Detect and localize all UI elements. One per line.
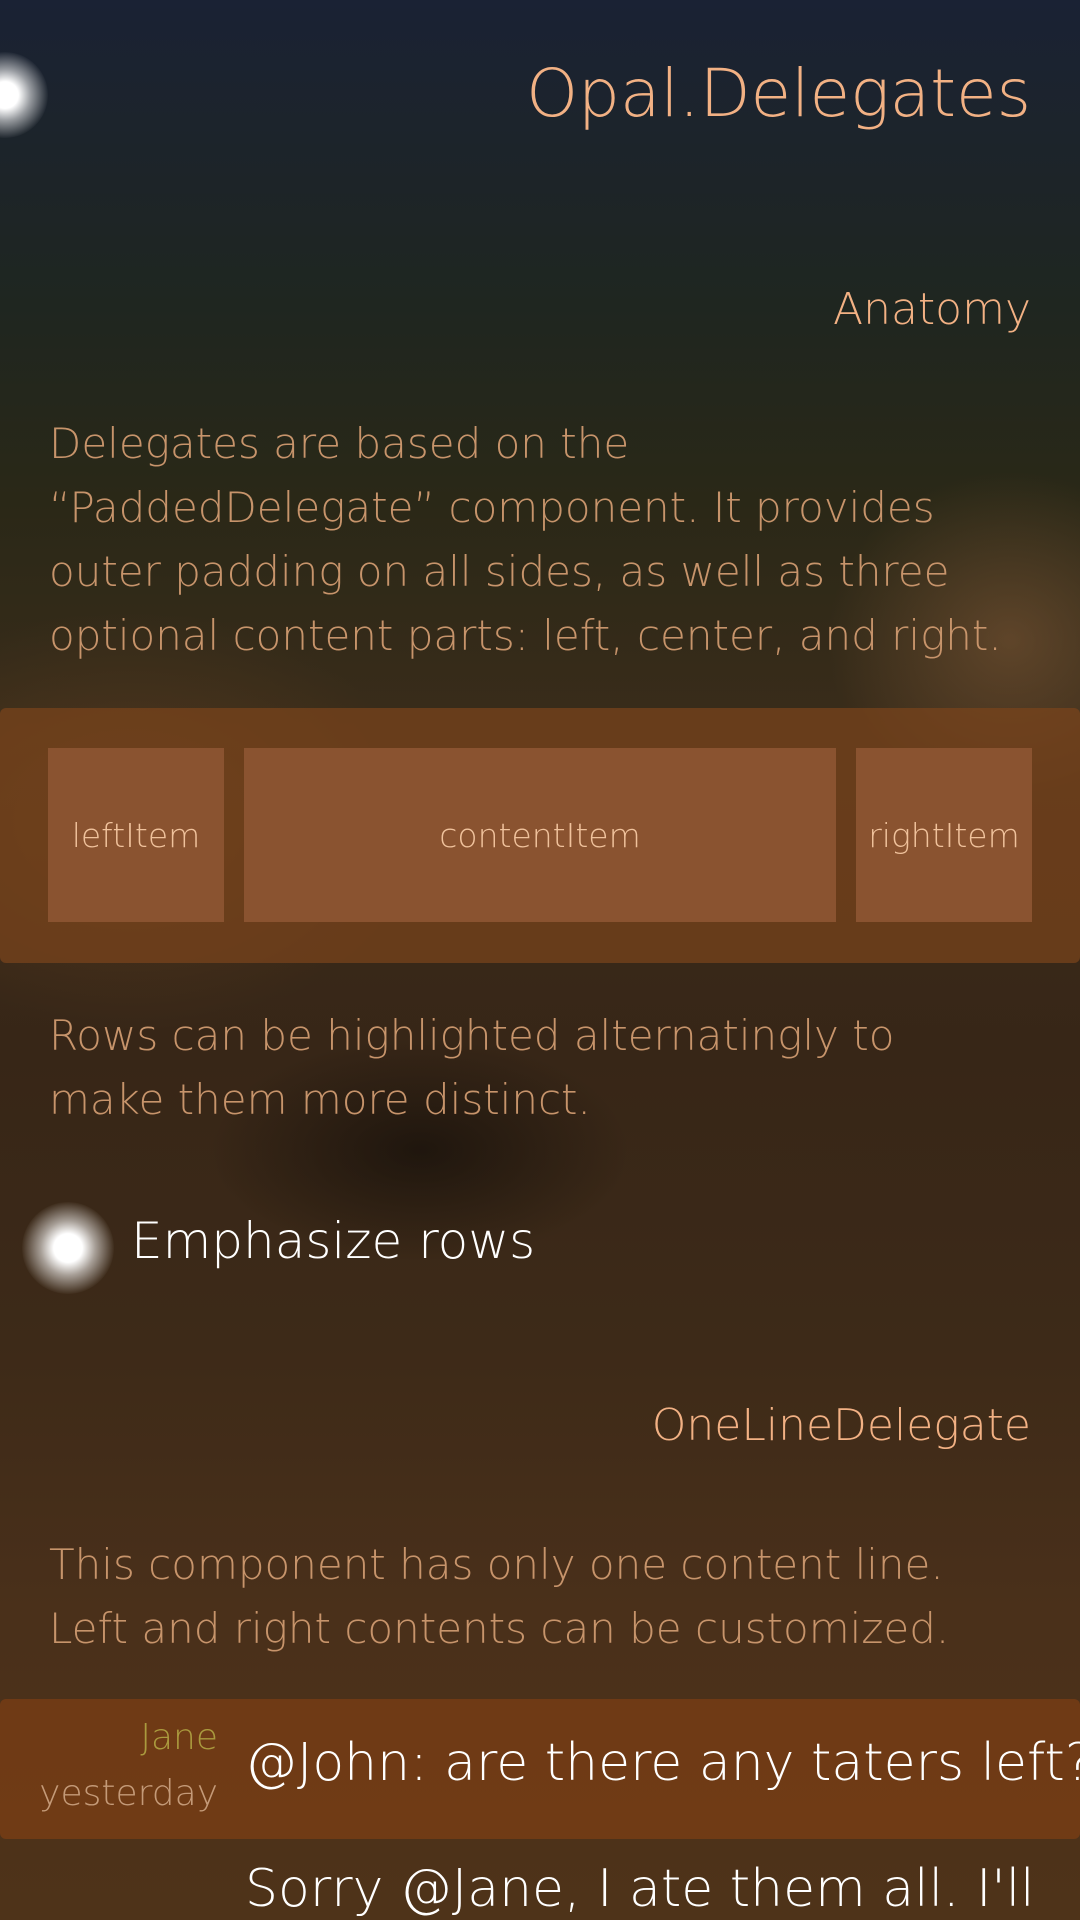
page-title: Opal.Delegates bbox=[526, 55, 1031, 132]
anatomy-description: Delegates are based on the “PaddedDelega… bbox=[49, 419, 1002, 660]
content-item-box: contentItem bbox=[244, 748, 836, 922]
list-item[interactable]: Sorry @Jane, I ate them all. I'll bbox=[0, 1839, 1080, 1920]
emphasize-rows-switch[interactable]: Emphasize rows bbox=[0, 1190, 1080, 1300]
message-text: Sorry @Jane, I ate them all. I'll bbox=[245, 1859, 1035, 1919]
pulley-menu-indicator-icon bbox=[0, 52, 48, 138]
right-item-box: rightItem bbox=[856, 748, 1032, 922]
list-item[interactable]: Jane yesterday @John: are there any tate… bbox=[0, 1699, 1080, 1839]
left-item-box: leftItem bbox=[48, 748, 224, 922]
section-header-one-line-delegate: OneLineDelegate bbox=[651, 1400, 1031, 1451]
emphasize-rows-label: Emphasize rows bbox=[131, 1212, 536, 1270]
rows-note: Rows can be highlighted alternatingly to… bbox=[49, 1011, 895, 1124]
message-author: Jane bbox=[140, 1717, 218, 1758]
section-header-anatomy: Anatomy bbox=[832, 284, 1031, 335]
message-time: yesterday bbox=[39, 1773, 218, 1814]
switch-indicator-icon bbox=[22, 1202, 114, 1294]
one-line-delegate-description: This component has only one content line… bbox=[49, 1540, 950, 1653]
message-text: @John: are there any taters left? bbox=[245, 1733, 1080, 1793]
anatomy-diagram: leftItem contentItem rightItem bbox=[0, 708, 1080, 963]
